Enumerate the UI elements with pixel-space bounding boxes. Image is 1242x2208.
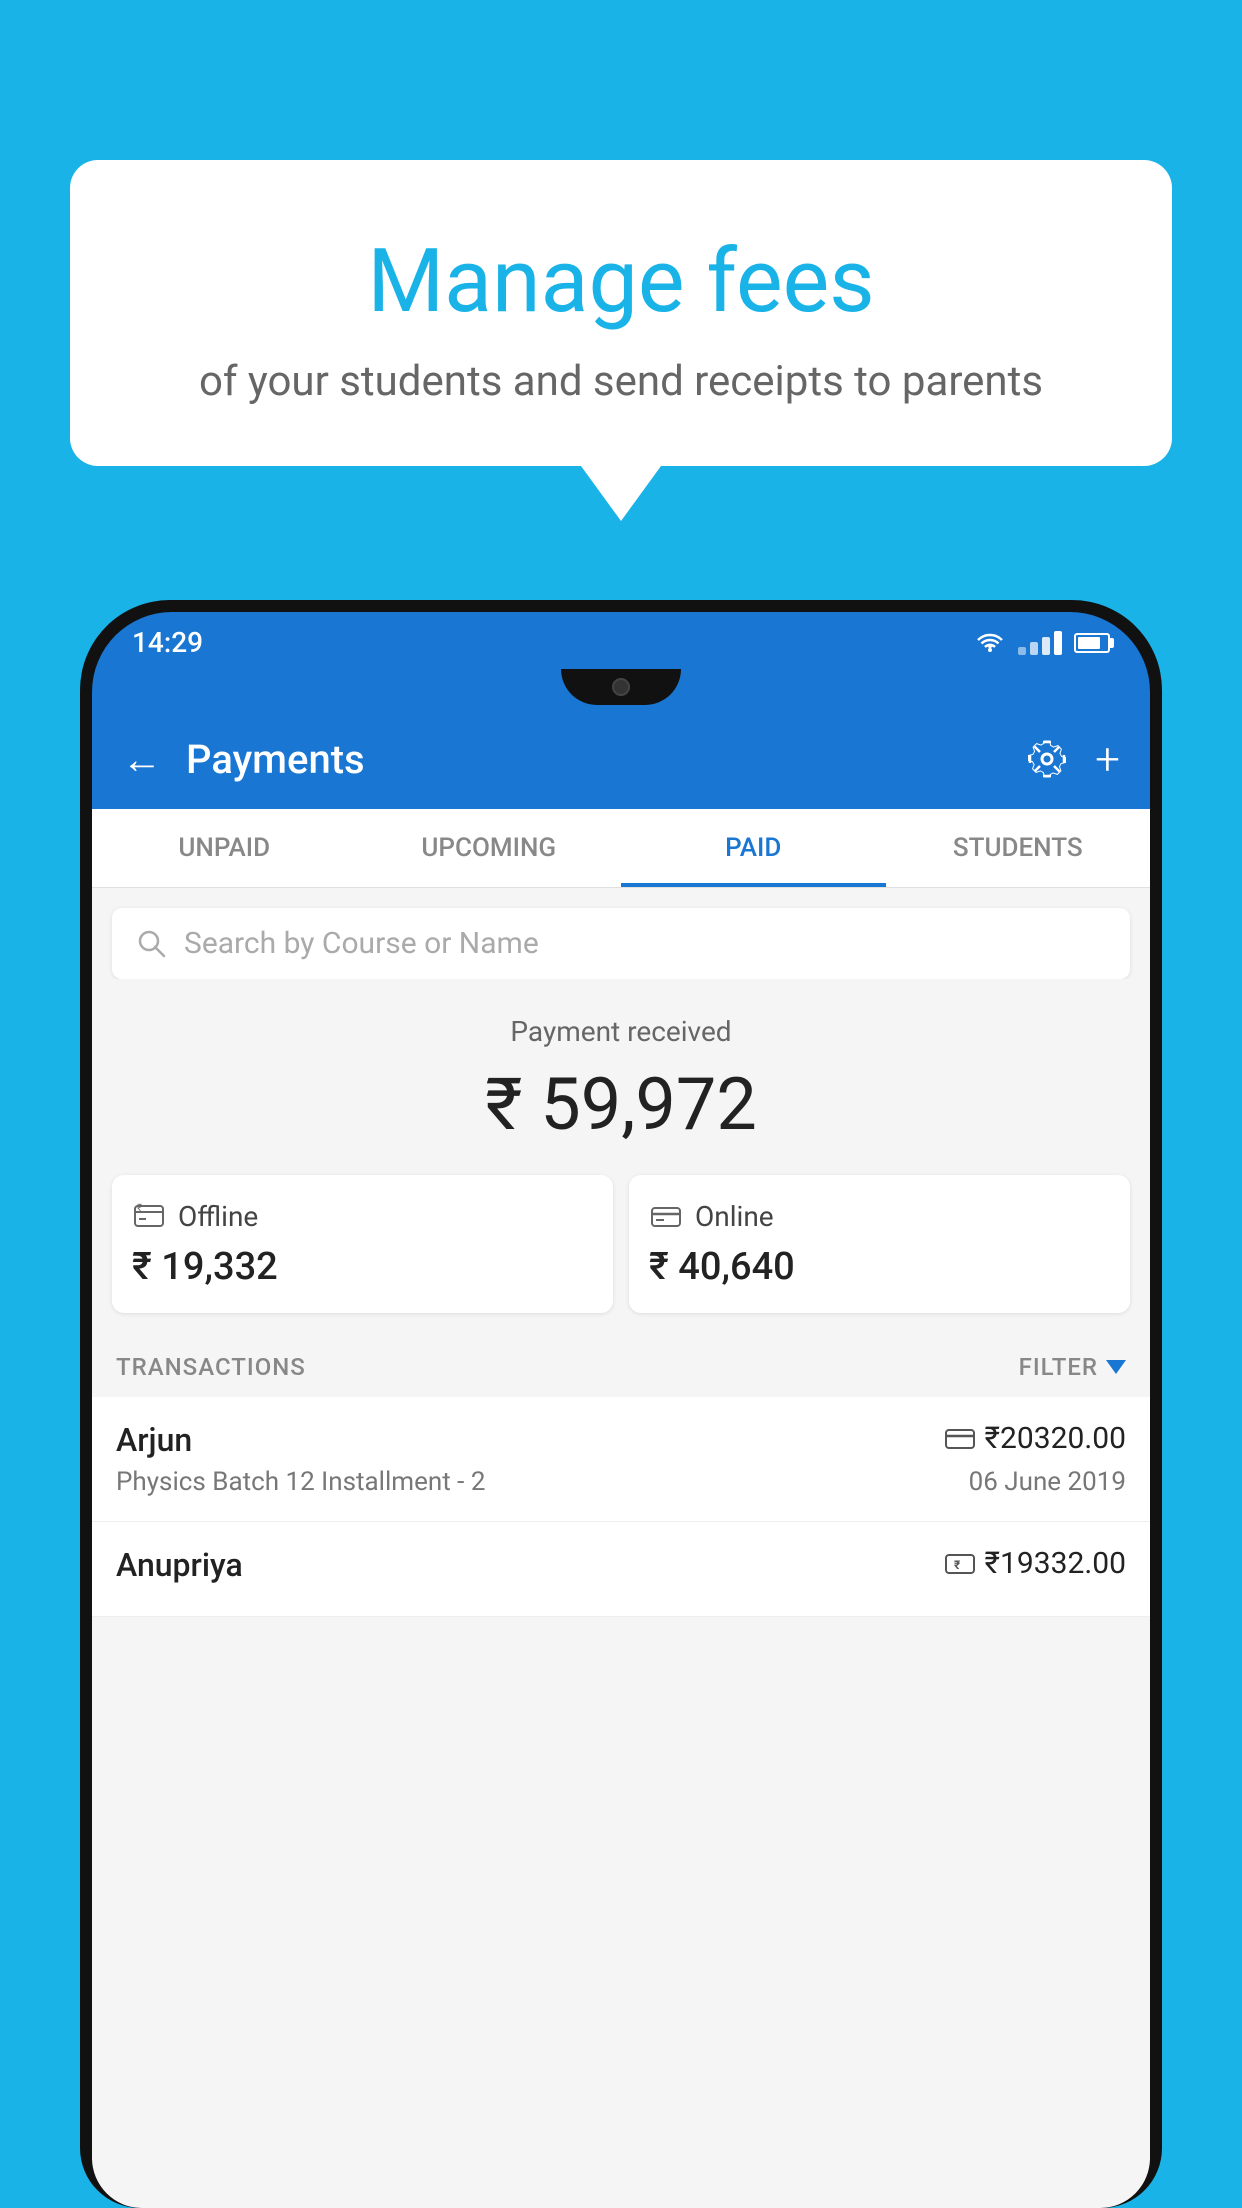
camera-dot xyxy=(612,678,630,696)
online-label: Online xyxy=(695,1200,774,1233)
notch-area xyxy=(92,669,1150,713)
header-title: Payments xyxy=(186,736,1027,783)
tab-students[interactable]: STUDENTS xyxy=(886,809,1151,887)
phone-frame: 14:29 xyxy=(80,600,1162,2208)
online-payment-icon xyxy=(649,1199,683,1233)
status-icons xyxy=(974,631,1110,655)
offline-rupee-icon: ₹ xyxy=(945,1553,975,1575)
tabs: UNPAID UPCOMING PAID STUDENTS xyxy=(92,809,1150,888)
transaction-amount: ₹20320.00 xyxy=(985,1421,1126,1456)
svg-text:₹: ₹ xyxy=(137,1203,142,1214)
transactions-header: TRANSACTIONS FILTER xyxy=(92,1333,1150,1397)
wifi-icon xyxy=(974,631,1006,655)
transaction-amount: ₹19332.00 xyxy=(985,1546,1126,1581)
speech-bubble-subtitle: of your students and send receipts to pa… xyxy=(130,357,1112,406)
table-row[interactable]: Anupriya ₹ ₹19332.00 xyxy=(92,1522,1150,1617)
filter-button[interactable]: FILTER xyxy=(1019,1353,1126,1381)
back-button[interactable]: ← xyxy=(122,736,162,783)
notch xyxy=(561,669,681,705)
app-header: ← Payments + xyxy=(92,713,1150,809)
offline-amount: ₹ 19,332 xyxy=(132,1245,593,1289)
transaction-name: Anupriya xyxy=(116,1546,243,1584)
transaction-amount-row: ₹20320.00 xyxy=(945,1421,1126,1456)
online-card-header: Online xyxy=(649,1199,1110,1233)
online-card: Online ₹ 40,640 xyxy=(629,1175,1130,1313)
status-time: 14:29 xyxy=(132,626,203,659)
online-card-icon xyxy=(945,1428,975,1450)
online-amount: ₹ 40,640 xyxy=(649,1245,1110,1289)
transaction-top-row: Arjun ₹20320.00 xyxy=(116,1421,1126,1459)
offline-card-header: ₹ Offline xyxy=(132,1199,593,1233)
svg-text:₹: ₹ xyxy=(954,1558,961,1572)
transaction-details-row: Physics Batch 12 Installment - 2 06 June… xyxy=(116,1467,1126,1497)
payment-received-label: Payment received xyxy=(112,1015,1130,1048)
transaction-amount-row: ₹ ₹19332.00 xyxy=(945,1546,1126,1581)
offline-payment-icon: ₹ xyxy=(132,1199,166,1233)
battery-icon xyxy=(1074,633,1110,653)
transaction-list: Arjun ₹20320.00 Physics Batch 12 Install… xyxy=(92,1397,1150,1617)
phone-inner: 14:29 xyxy=(92,612,1150,2208)
transaction-name: Arjun xyxy=(116,1421,192,1459)
filter-icon xyxy=(1106,1360,1126,1374)
payment-cards: ₹ Offline ₹ 19,332 Online xyxy=(92,1175,1150,1333)
filter-label: FILTER xyxy=(1019,1353,1098,1381)
transaction-top-row: Anupriya ₹ ₹19332.00 xyxy=(116,1546,1126,1584)
search-bar[interactable]: Search by Course or Name xyxy=(112,908,1130,979)
speech-bubble-arrow xyxy=(581,466,661,521)
transactions-label: TRANSACTIONS xyxy=(116,1353,306,1381)
transaction-date: 06 June 2019 xyxy=(969,1467,1126,1497)
app-content: Search by Course or Name Payment receive… xyxy=(92,888,1150,2208)
payment-received-amount: ₹ 59,972 xyxy=(112,1062,1130,1147)
speech-bubble-container: Manage fees of your students and send re… xyxy=(70,160,1172,521)
tab-paid[interactable]: PAID xyxy=(621,809,886,887)
signal-icon xyxy=(1018,631,1062,655)
offline-card: ₹ Offline ₹ 19,332 xyxy=(112,1175,613,1313)
offline-label: Offline xyxy=(178,1200,258,1233)
tab-upcoming[interactable]: UPCOMING xyxy=(357,809,622,887)
header-actions: + xyxy=(1027,733,1120,785)
speech-bubble: Manage fees of your students and send re… xyxy=(70,160,1172,466)
plus-button[interactable]: + xyxy=(1095,733,1120,785)
status-bar: 14:29 xyxy=(92,612,1150,669)
tab-unpaid[interactable]: UNPAID xyxy=(92,809,357,887)
payment-received-section: Payment received ₹ 59,972 xyxy=(92,979,1150,1175)
gear-icon[interactable] xyxy=(1027,739,1067,779)
search-icon xyxy=(136,928,168,960)
transaction-course: Physics Batch 12 Installment - 2 xyxy=(116,1467,485,1497)
table-row[interactable]: Arjun ₹20320.00 Physics Batch 12 Install… xyxy=(92,1397,1150,1522)
speech-bubble-title: Manage fees xyxy=(130,230,1112,333)
search-placeholder: Search by Course or Name xyxy=(184,926,539,961)
